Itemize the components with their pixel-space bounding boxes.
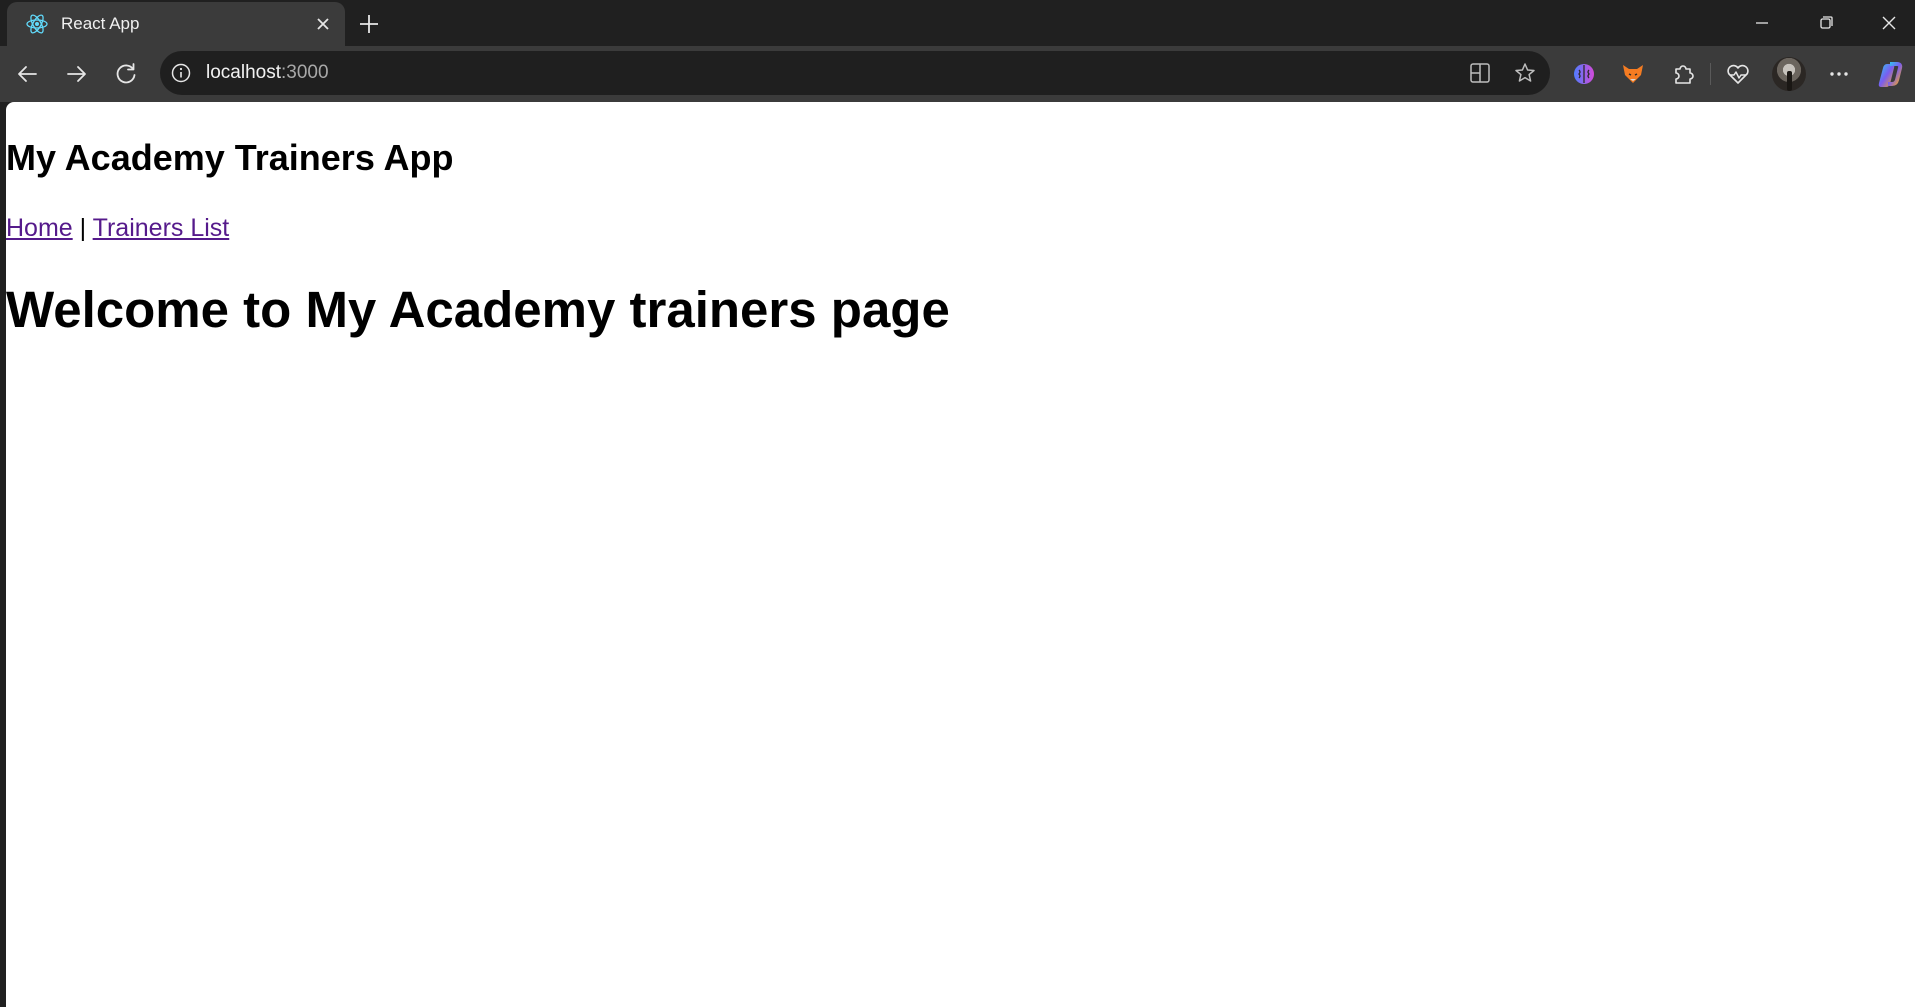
app-root: My Academy Trainers App Home | Trainers …: [6, 102, 1915, 1007]
new-tab-icon[interactable]: [355, 10, 383, 38]
site-info-icon[interactable]: [170, 62, 192, 84]
back-icon[interactable]: [13, 60, 41, 88]
browser-toolbar: localhost:3000: [0, 46, 1915, 102]
welcome-heading: Welcome to My Academy trainers page: [6, 281, 950, 338]
forward-icon[interactable]: [63, 60, 91, 88]
browser-essentials-icon[interactable]: [1724, 60, 1752, 88]
split-screen-icon[interactable]: [1468, 61, 1492, 85]
restore-icon[interactable]: [1813, 10, 1839, 36]
page-viewport: My Academy Trainers App Home | Trainers …: [6, 102, 1915, 1007]
address-bar[interactable]: localhost:3000: [160, 51, 1550, 95]
tab-strip: React App: [0, 0, 1915, 46]
close-tab-icon[interactable]: [313, 14, 333, 34]
home-link[interactable]: Home: [6, 214, 73, 242]
nav-separator: |: [79, 214, 87, 242]
app-title: My Academy Trainers App: [6, 137, 454, 178]
trainers-list-link[interactable]: Trainers List: [93, 214, 230, 242]
nav-links: Home | Trainers List: [6, 213, 229, 243]
brain-extension-icon[interactable]: [1570, 60, 1598, 88]
browser-tab[interactable]: React App: [7, 2, 345, 46]
reload-icon[interactable]: [112, 60, 140, 88]
toolbar-divider: [1710, 63, 1711, 85]
minimize-icon[interactable]: [1749, 10, 1775, 36]
favorite-star-icon[interactable]: [1513, 61, 1537, 85]
react-logo-icon: [25, 12, 49, 36]
tab-title: React App: [61, 14, 140, 33]
extensions-icon[interactable]: [1669, 60, 1697, 88]
copilot-icon[interactable]: [1875, 60, 1903, 88]
profile-avatar[interactable]: [1772, 57, 1806, 91]
url-text[interactable]: localhost:3000: [206, 62, 329, 84]
close-window-icon[interactable]: [1876, 10, 1902, 36]
more-icon[interactable]: [1825, 60, 1853, 88]
fox-extension-icon[interactable]: [1619, 60, 1647, 88]
